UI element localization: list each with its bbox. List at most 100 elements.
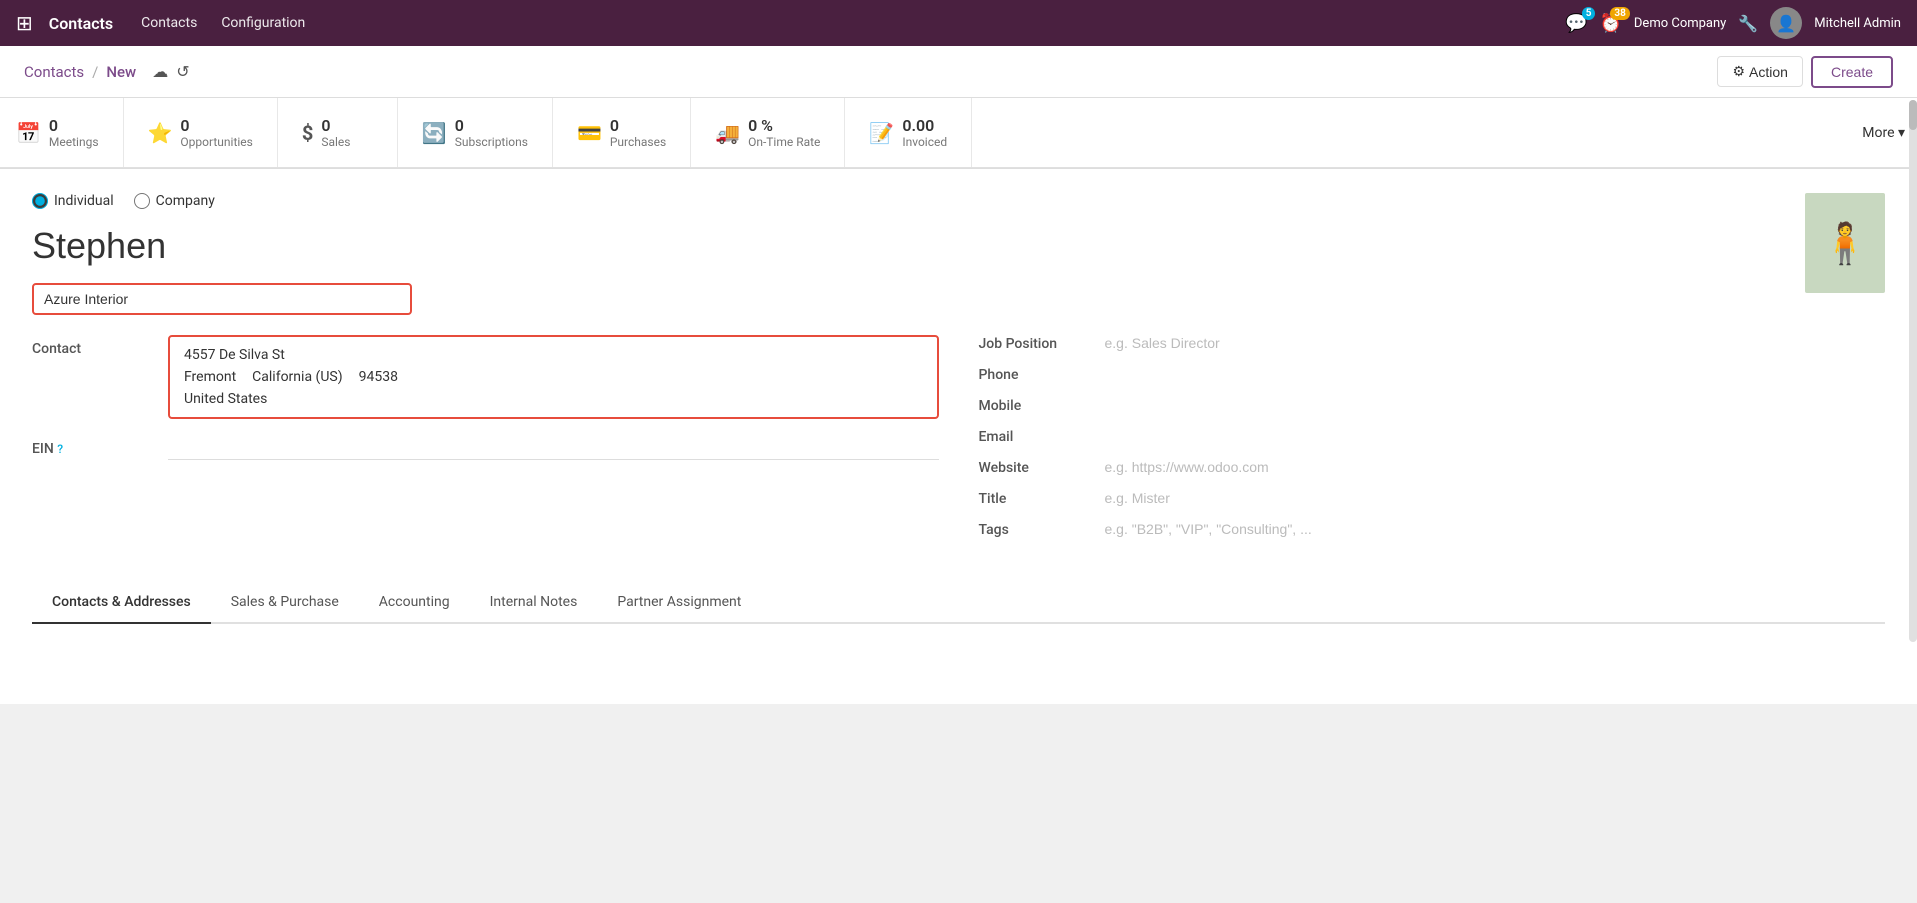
cloud-upload-icon[interactable]: ☁ xyxy=(152,62,168,81)
ein-input[interactable] xyxy=(168,435,939,460)
tab-partner-assignment[interactable]: Partner Assignment xyxy=(597,582,761,624)
tags-value xyxy=(1105,521,1886,538)
individual-radio-label[interactable]: Individual xyxy=(32,193,114,209)
title-value xyxy=(1105,490,1886,507)
breadcrumb-bar: Contacts / New ☁ ↺ ⚙ Action Create xyxy=(0,46,1917,98)
tags-label: Tags xyxy=(979,522,1089,538)
address-row2: Fremont California (US) 94538 xyxy=(184,369,923,391)
email-input[interactable] xyxy=(1105,428,1886,444)
avatar[interactable]: 👤 xyxy=(1770,7,1802,39)
company-radio[interactable] xyxy=(134,193,150,209)
contact-photo[interactable]: 🧍 xyxy=(1805,193,1885,293)
subscriptions-count: 0 xyxy=(455,116,528,135)
form-left: Contact 4557 De Silva St Fremont Califor… xyxy=(32,335,939,552)
company-name-input[interactable] xyxy=(44,291,400,307)
grid-icon[interactable]: ⊞ xyxy=(16,11,33,35)
purchases-label: Purchases xyxy=(610,135,666,149)
contact-name-input[interactable] xyxy=(32,225,1885,267)
calendar-icon: 📅 xyxy=(16,121,41,145)
breadcrumb-parent[interactable]: Contacts xyxy=(24,63,84,81)
activities-badge: 38 xyxy=(1610,7,1629,20)
ein-help[interactable]: ? xyxy=(57,442,63,456)
create-button[interactable]: Create xyxy=(1811,56,1893,88)
address-zip: 94538 xyxy=(359,369,398,391)
truck-icon: 🚚 xyxy=(715,121,740,145)
job-position-input[interactable] xyxy=(1105,335,1886,351)
contact-field-row: Contact 4557 De Silva St Fremont Califor… xyxy=(32,335,939,419)
tab-content-area xyxy=(32,624,1885,704)
scrollbar-thumb[interactable] xyxy=(1909,100,1917,130)
stat-purchases[interactable]: 💳 0 Purchases xyxy=(553,98,691,167)
user-name: Mitchell Admin xyxy=(1814,16,1901,31)
ontime-label: On-Time Rate xyxy=(748,135,820,149)
sales-count: 0 xyxy=(321,116,350,135)
tab-internal-notes[interactable]: Internal Notes xyxy=(470,582,598,624)
company-radio-label[interactable]: Company xyxy=(134,193,215,209)
company-name: Demo Company xyxy=(1634,16,1726,31)
address-box[interactable]: 4557 De Silva St Fremont California (US)… xyxy=(168,335,939,419)
top-nav: ⊞ Contacts Contacts Configuration 💬 5 ⏰ … xyxy=(0,0,1917,46)
stat-opportunities[interactable]: ⭐ 0 Opportunities xyxy=(124,98,278,167)
sales-label: Sales xyxy=(321,135,350,149)
phone-label: Phone xyxy=(979,367,1089,383)
company-name-wrapper xyxy=(32,283,412,315)
tab-accounting[interactable]: Accounting xyxy=(359,582,470,624)
ein-label: EIN ? xyxy=(32,435,152,457)
opportunities-count: 0 xyxy=(180,116,252,135)
invoice-icon: 📝 xyxy=(869,121,894,145)
nav-right: 💬 5 ⏰ 38 Demo Company 🔧 👤 Mitchell Admin xyxy=(1565,7,1901,39)
settings-icon[interactable]: 🔧 xyxy=(1738,14,1758,33)
phone-input[interactable] xyxy=(1105,366,1886,382)
mobile-row: Mobile xyxy=(979,397,1886,414)
nav-configuration[interactable]: Configuration xyxy=(221,15,305,31)
stat-sales[interactable]: $ 0 Sales xyxy=(278,98,398,167)
stats-wrapper: 📅 0 Meetings ⭐ 0 Opportunities $ 0 Sales xyxy=(0,98,1917,169)
ein-field-row: EIN ? xyxy=(32,435,939,460)
invoiced-label: Invoiced xyxy=(902,135,947,149)
individual-radio[interactable] xyxy=(32,193,48,209)
gear-icon: ⚙ xyxy=(1732,63,1745,80)
contact-label: Contact xyxy=(32,335,152,357)
meetings-label: Meetings xyxy=(49,135,99,149)
messages-badge: 5 xyxy=(1582,7,1596,20)
messages-btn[interactable]: 💬 5 xyxy=(1565,13,1587,34)
ontime-count: 0 % xyxy=(748,116,820,135)
more-button[interactable]: More ▾ xyxy=(1842,107,1917,159)
breadcrumb-current: New xyxy=(106,63,136,81)
refresh-icon[interactable]: ↺ xyxy=(176,62,189,81)
address-country: United States xyxy=(184,391,923,407)
activities-btn[interactable]: ⏰ 38 xyxy=(1599,13,1621,34)
star-icon: ⭐ xyxy=(148,121,173,145)
website-input[interactable] xyxy=(1105,459,1886,475)
subscriptions-label: Subscriptions xyxy=(455,135,528,149)
stat-meetings[interactable]: 📅 0 Meetings xyxy=(0,98,124,167)
scrollbar[interactable] xyxy=(1909,100,1917,642)
job-position-label: Job Position xyxy=(979,336,1089,352)
job-position-row: Job Position xyxy=(979,335,1886,352)
nav-contacts[interactable]: Contacts xyxy=(141,15,197,31)
email-label: Email xyxy=(979,429,1089,445)
stat-ontime[interactable]: 🚚 0 % On-Time Rate xyxy=(691,98,845,167)
opportunities-label: Opportunities xyxy=(180,135,252,149)
invoiced-count: 0.00 xyxy=(902,116,947,135)
form-area: 🧍 Individual Company Contac xyxy=(0,169,1917,704)
credit-card-icon: 💳 xyxy=(577,121,602,145)
stat-invoiced[interactable]: 📝 0.00 Invoiced xyxy=(845,98,972,167)
stat-subscriptions[interactable]: 🔄 0 Subscriptions xyxy=(398,98,553,167)
action-button[interactable]: ⚙ Action xyxy=(1717,56,1802,87)
form-columns: Contact 4557 De Silva St Fremont Califor… xyxy=(32,335,1885,552)
website-label: Website xyxy=(979,460,1089,476)
tags-input[interactable] xyxy=(1105,521,1886,537)
breadcrumb-sep: / xyxy=(92,63,98,81)
tab-sales-purchase[interactable]: Sales & Purchase xyxy=(211,582,359,624)
mobile-input[interactable] xyxy=(1105,397,1886,413)
address-street: 4557 De Silva St xyxy=(184,347,923,363)
tab-contacts-addresses[interactable]: Contacts & Addresses xyxy=(32,582,211,624)
app-name: Contacts xyxy=(49,14,113,33)
title-input[interactable] xyxy=(1105,490,1886,506)
phone-row: Phone xyxy=(979,366,1886,383)
form-right: Job Position Phone Mobile xyxy=(979,335,1886,552)
tags-row: Tags xyxy=(979,521,1886,538)
meetings-count: 0 xyxy=(49,116,99,135)
action-label: Action xyxy=(1749,64,1788,80)
